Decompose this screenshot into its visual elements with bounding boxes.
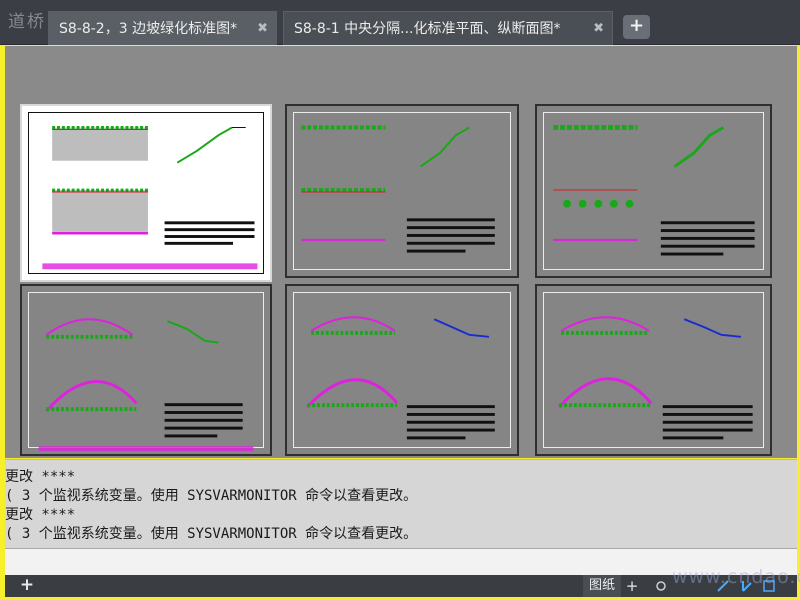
command-history-line: 更改 **** xyxy=(5,469,76,485)
command-line-input[interactable] xyxy=(5,548,797,575)
command-history-line: ( 3 个监视系统变量。使用 SYSVARMONITOR 命令以查看更改。 xyxy=(5,526,418,542)
sheet-drawing xyxy=(38,318,254,452)
layout-sheet[interactable] xyxy=(20,104,272,282)
layout-sheet[interactable] xyxy=(535,284,772,456)
tab-slope-greening[interactable]: S8-8-2，3 边坡绿化标准图* ✖ xyxy=(48,11,277,45)
add-layout-button[interactable]: + xyxy=(15,577,39,595)
paper-space-toggle[interactable]: 图纸 xyxy=(583,575,621,597)
close-icon[interactable]: ✖ xyxy=(593,12,604,46)
sheet-drawing xyxy=(558,316,753,440)
layout-sheet[interactable] xyxy=(20,284,272,456)
app-logo: 道桥 xyxy=(8,12,46,32)
new-tab-button[interactable]: + xyxy=(623,15,650,39)
object-snap-icon[interactable] xyxy=(761,578,777,594)
grid-toggle[interactable]: + xyxy=(622,575,642,597)
sheet-drawing xyxy=(301,125,495,253)
command-history: 更改 **** ( 3 个监视系统变量。使用 SYSVARMONITOR 命令以… xyxy=(5,459,797,548)
sheet-drawing xyxy=(42,126,258,270)
layout-sheet[interactable] xyxy=(535,104,772,278)
tab-median-greening[interactable]: S8-8-1 中央分隔...化标准平面、纵断面图* ✖ xyxy=(283,11,613,45)
layout-sheet[interactable] xyxy=(285,284,519,456)
sheet-drawing xyxy=(553,125,755,256)
command-history-line: ( 3 个监视系统变量。使用 SYSVARMONITOR 命令以查看更改。 xyxy=(5,488,418,504)
polar-tracking-icon[interactable] xyxy=(739,578,755,594)
sheet-drawing xyxy=(306,316,495,440)
snap-icon[interactable] xyxy=(653,578,669,594)
document-tab-bar: 道桥 S8-8-2，3 边坡绿化标准图* ✖ S8-8-1 中央分隔...化标准… xyxy=(0,0,800,45)
ortho-icon[interactable] xyxy=(715,578,731,594)
tab-label: S8-8-2，3 边坡绿化标准图* xyxy=(59,21,238,37)
status-bar: + 图纸 + xyxy=(5,575,797,597)
command-history-line: 更改 **** xyxy=(5,507,76,523)
tab-label: S8-8-1 中央分隔...化标准平面、纵断面图* xyxy=(294,21,561,37)
close-icon[interactable]: ✖ xyxy=(257,12,268,46)
layout-sheet[interactable] xyxy=(285,104,519,278)
layout-viewport[interactable] xyxy=(5,46,797,458)
